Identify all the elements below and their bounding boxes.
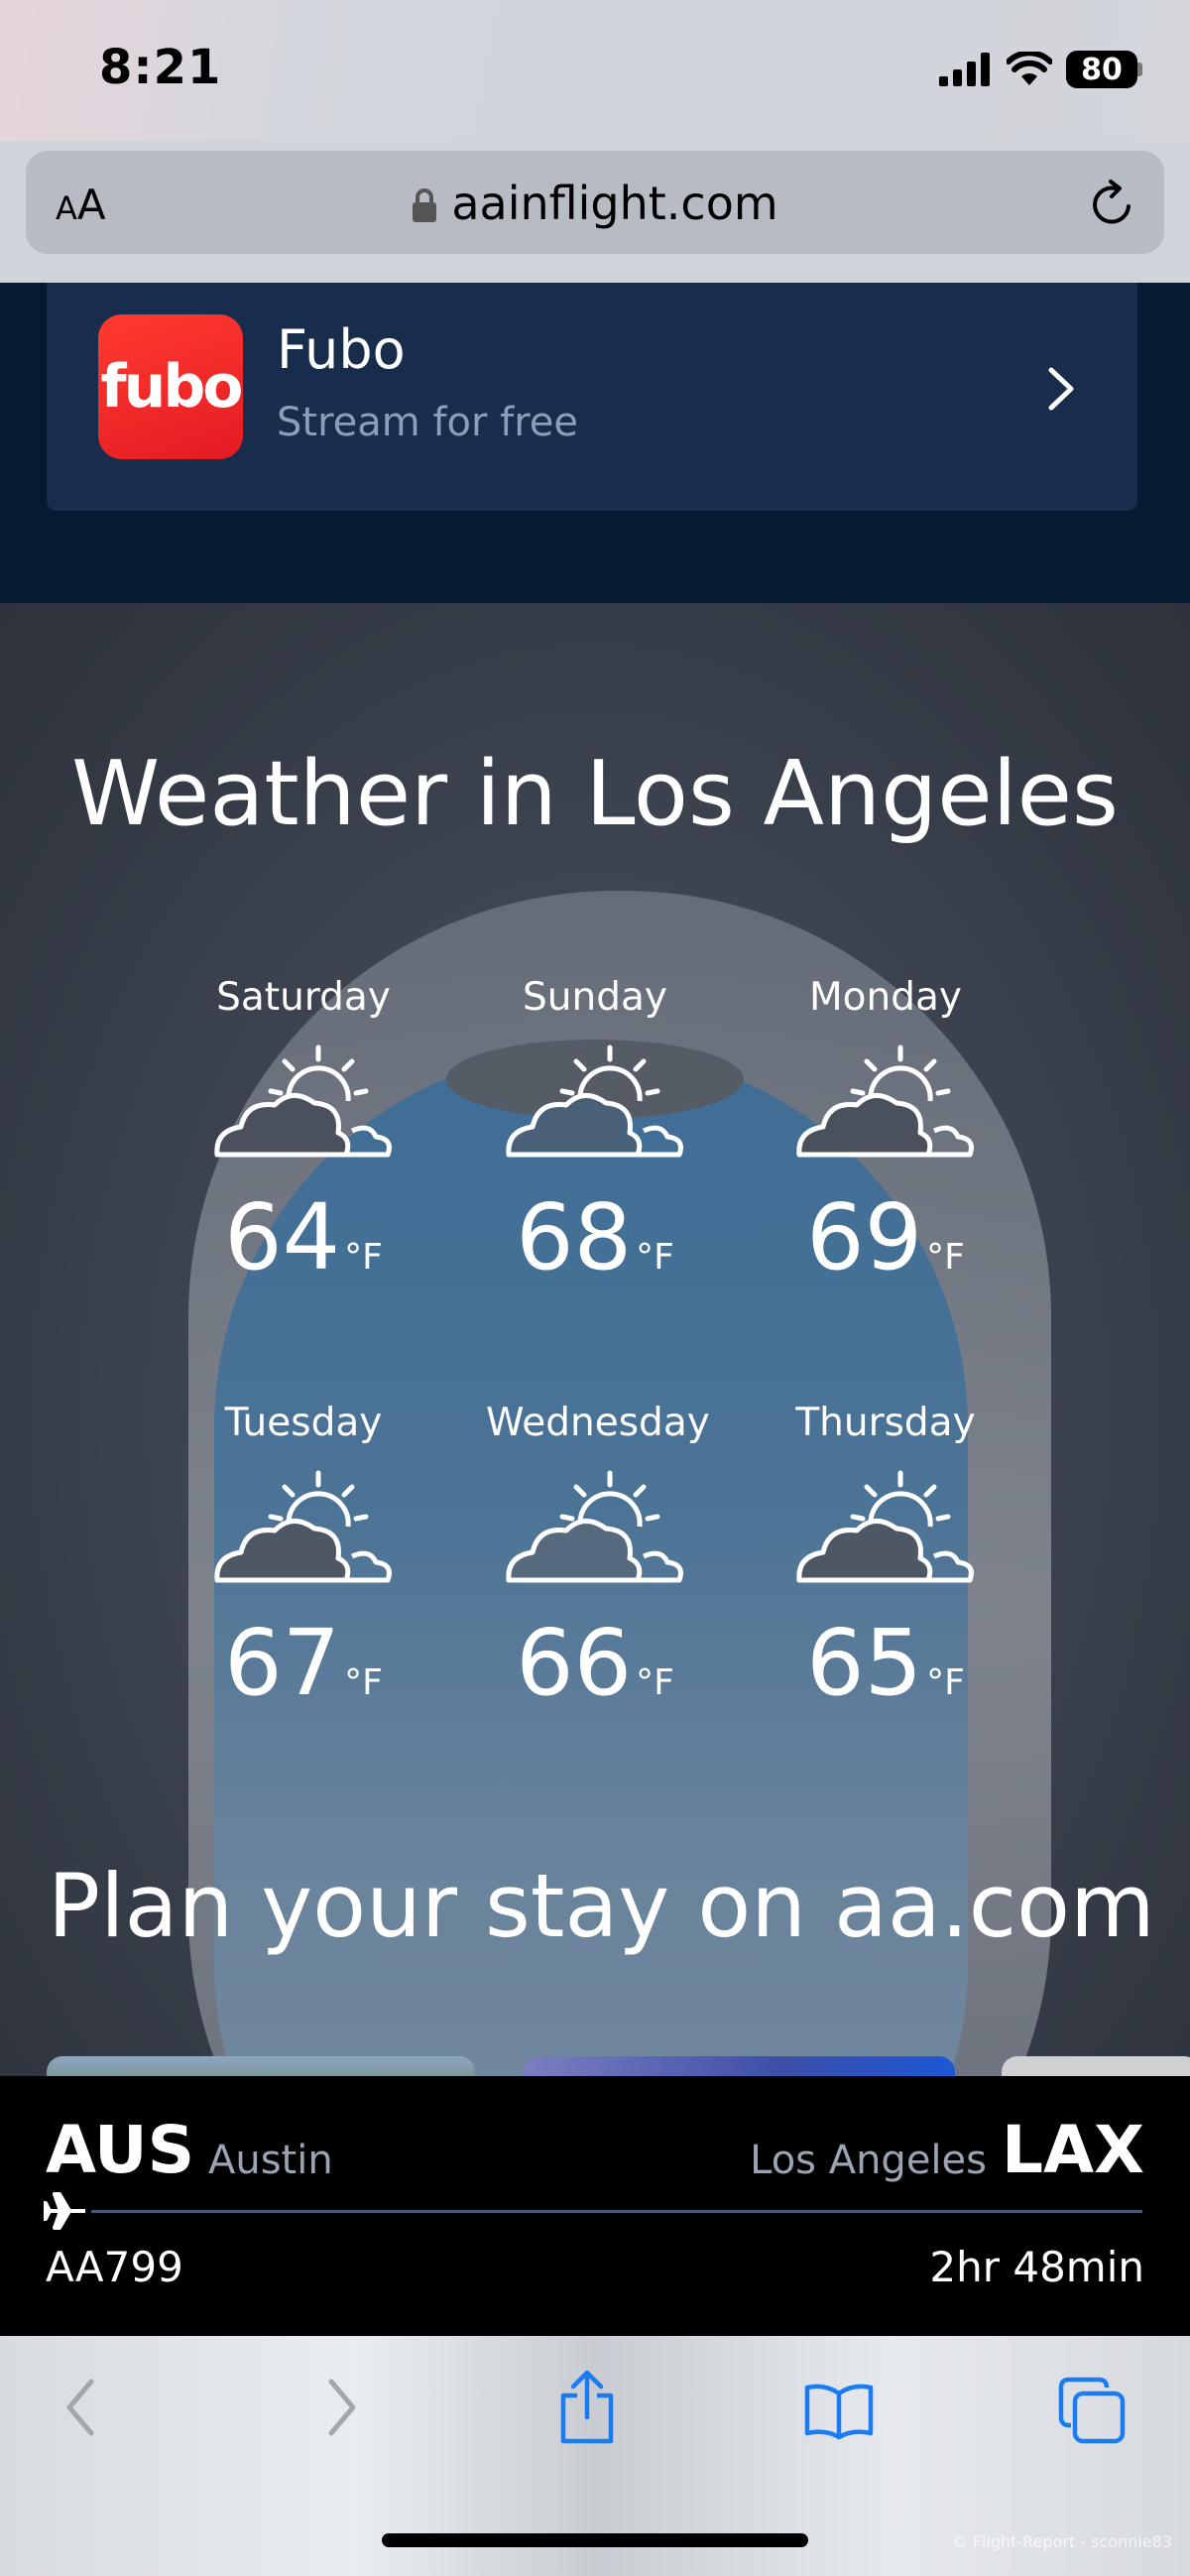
promo-subtitle: Stream for free [277,400,579,445]
browser-address-area: AA aainflight.com [0,141,1190,283]
promo-title: Fubo [277,318,406,381]
temp-value: 68 [516,1184,633,1290]
fubo-logo: fubo [98,314,244,459]
partly-cloudy-icon [214,1044,392,1158]
status-bar: 8:21 80 [0,0,1190,141]
tabs-icon[interactable] [1057,2376,1127,2445]
destination-airport-code: LAX [1001,2112,1144,2188]
plan-stay-heading: Plan your stay on aa.com [48,1855,1155,1957]
temp-unit: °F [636,1662,674,1703]
temp-unit: °F [344,1237,383,1278]
stay-card-3[interactable] [1002,2056,1190,2076]
partly-cloudy-icon [796,1470,974,1583]
status-icons: 80 [939,48,1142,91]
day-temperature: 65 °F [776,1618,995,1709]
day-temperature: 68 °F [486,1192,704,1284]
forecast-day-wednesday: Wednesday 66 °F [486,1401,710,1709]
stay-card-1[interactable] [47,2056,475,2076]
partly-cloudy-icon [506,1470,683,1583]
chevron-right-icon [1048,367,1074,411]
day-name: Monday [809,975,962,1020]
day-temperature: 64 °F [194,1192,413,1284]
lock-icon [413,188,437,222]
temp-value: 69 [806,1184,923,1290]
temp-unit: °F [926,1237,965,1278]
stay-cards-carousel[interactable] [0,2056,1190,2076]
battery-tip [1137,62,1142,76]
watermark: © Flight-Report - sconnie83 [951,2532,1172,2551]
url-display[interactable]: aainflight.com [26,177,1164,230]
day-name: Tuesday [224,1401,383,1445]
reload-icon[interactable] [1089,179,1136,228]
day-name: Wednesday [486,1401,710,1445]
signal-icon [939,53,990,86]
temp-unit: °F [636,1237,674,1278]
forecast-day-saturday: Saturday 64 °F [194,975,413,1284]
flight-progress-line [91,2210,1142,2213]
partly-cloudy-icon [214,1470,392,1583]
forecast-day-tuesday: Tuesday 67 °F [194,1401,413,1709]
flight-info-bar: AUS Austin Los Angeles LAX AA799 2hr 48m… [0,2076,1190,2336]
status-time: 8:21 [99,40,222,95]
stay-card-2[interactable] [523,2056,955,2076]
temp-value: 66 [516,1610,633,1716]
weather-title: Weather in Los Angeles [71,742,1119,846]
forecast-day-monday: Monday 69 °F [776,975,995,1284]
bookmarks-icon[interactable] [803,2382,875,2441]
temp-value: 67 [224,1610,341,1716]
day-temperature: 66 °F [486,1618,704,1709]
day-temperature: 69 °F [776,1192,995,1284]
home-indicator [382,2533,808,2547]
origin-airport-code: AUS [46,2112,195,2188]
battery-level: 80 [1081,52,1123,87]
temp-value: 64 [224,1184,341,1290]
airplane-icon [44,2192,85,2230]
forecast-day-thursday: Thursday 65 °F [776,1401,995,1709]
forward-icon[interactable] [321,2376,361,2439]
wifi-icon [1007,52,1052,85]
address-bar[interactable]: AA aainflight.com [26,151,1164,254]
day-name: Thursday [795,1401,976,1445]
partly-cloudy-icon [506,1044,683,1158]
temp-unit: °F [926,1662,965,1703]
battery-indicator: 80 [1066,51,1137,88]
url-text: aainflight.com [451,177,778,230]
back-icon[interactable] [61,2376,101,2439]
temp-value: 65 [806,1610,923,1716]
temp-unit: °F [344,1662,383,1703]
origin-city: Austin [208,2138,333,2183]
day-temperature: 67 °F [194,1618,413,1709]
weather-section: Weather in Los Angeles Saturday 64 °F Sun… [0,603,1190,2076]
share-icon[interactable] [557,2370,617,2445]
promo-section: fubo Fubo Stream for free [0,283,1190,603]
destination-city: Los Angeles [750,2138,987,2183]
day-name: Saturday [216,975,391,1020]
partly-cloudy-icon [796,1044,974,1158]
flight-duration: 2hr 48min [929,2243,1144,2291]
day-name: Sunday [523,975,667,1020]
flight-number: AA799 [46,2243,183,2291]
forecast-day-sunday: Sunday 68 °F [486,975,704,1284]
fubo-promo-card[interactable]: fubo Fubo Stream for free [47,283,1137,511]
